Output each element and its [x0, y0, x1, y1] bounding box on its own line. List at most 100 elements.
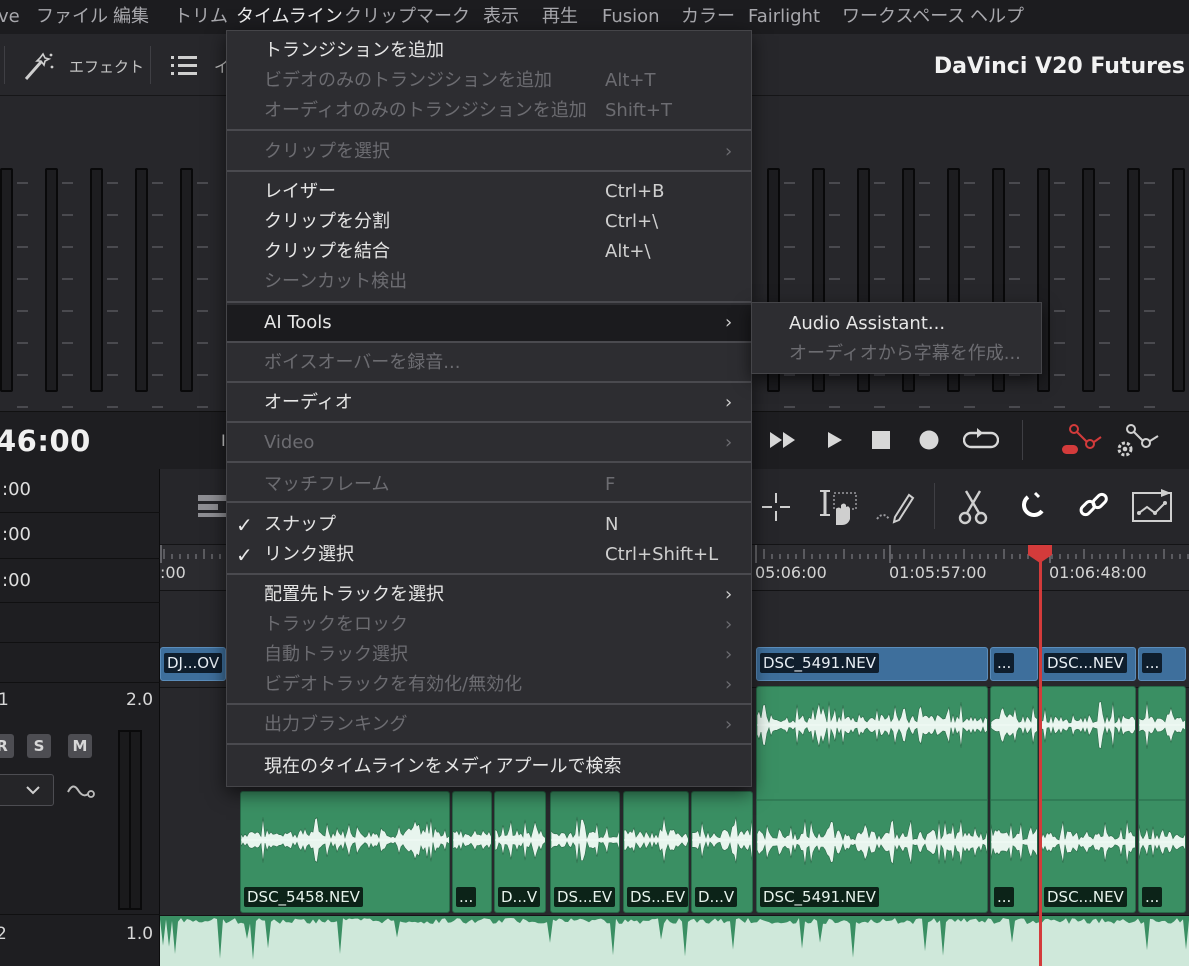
menu-separator — [227, 573, 751, 575]
menu-item-auto-track-select[interactable]: 自動トラック選択 › — [227, 640, 751, 670]
snap-magnet-icon[interactable] — [1018, 489, 1052, 523]
menu-item-toggle-video-track[interactable]: ビデオトラックを有効化/無効化 › — [227, 670, 751, 700]
record-icon[interactable] — [918, 429, 940, 451]
audio-clip[interactable]: DS...EV — [550, 791, 620, 913]
video-clip[interactable]: DJ...OV — [160, 647, 226, 681]
menu-item-audio[interactable]: オーディオ › — [227, 388, 751, 418]
playhead[interactable] — [1039, 545, 1042, 966]
menu-item-find-timeline-in-media-pool[interactable]: 現在のタイムラインをメディアプールで検索 — [227, 752, 751, 782]
fader-track[interactable] — [45, 168, 58, 392]
fader-scale-tick — [152, 246, 163, 248]
menu-item-audio-assistant[interactable]: Audio Assistant... — [752, 309, 1041, 339]
menu-item-add-transition[interactable]: トランジションを追加 — [227, 36, 751, 66]
toolbar-divider — [4, 46, 5, 84]
menu-item-scene-cut-detect[interactable]: シーンカット検出 — [227, 267, 751, 297]
audio-clip[interactable]: ... — [990, 686, 1038, 913]
record-arm-button[interactable]: R — [0, 734, 14, 758]
crosshair-icon[interactable] — [760, 491, 792, 523]
menu-item-lock-track[interactable]: トラックをロック › — [227, 610, 751, 640]
pencil-icon[interactable] — [873, 489, 915, 525]
trim-hand-icon[interactable] — [812, 487, 860, 527]
waveform — [757, 701, 987, 866]
fader-track[interactable] — [180, 168, 193, 392]
loop-icon[interactable] — [963, 427, 999, 453]
audio-clip[interactable]: DSC_5458.NEV — [240, 791, 450, 913]
menu-item-output-blanking[interactable]: 出力ブランキング › — [227, 710, 751, 740]
menu-item-match-frame[interactable]: マッチフレーム F — [227, 470, 751, 500]
video-clip[interactable]: ... — [990, 647, 1038, 681]
fast-forward-icon[interactable] — [768, 430, 798, 450]
project-title: DaVinci V20 Futures — [933, 54, 1185, 79]
fader-track[interactable] — [90, 168, 103, 392]
menu-file[interactable]: ファイル — [36, 0, 108, 34]
fader-track[interactable] — [1172, 168, 1185, 392]
timecode-display: 46:00 — [0, 424, 91, 458]
fader-scale-tick — [197, 246, 208, 248]
menu-item-join-clip[interactable]: クリップを結合 Alt+\ — [227, 237, 751, 267]
automation-curve-icon[interactable] — [66, 778, 96, 802]
scissors-icon[interactable] — [957, 489, 989, 525]
checkmark-icon: ✓ — [236, 543, 253, 567]
fader-track[interactable] — [1127, 168, 1140, 392]
menu-color[interactable]: カラー — [681, 0, 735, 34]
video-clip[interactable]: DSC_5491.NEV — [756, 647, 988, 681]
track-dropdown[interactable] — [0, 774, 54, 806]
index-list-icon[interactable] — [170, 54, 198, 78]
menu-item-select-destination-track[interactable]: 配置先トラックを選択 › — [227, 580, 751, 610]
video-clip[interactable]: DSC...NEV — [1040, 647, 1136, 681]
menu-trim[interactable]: トリム — [174, 0, 228, 34]
menu-workspace-partial[interactable]: ve — [0, 0, 20, 34]
effects-label[interactable]: エフェクト — [69, 34, 144, 96]
clip-name: ... — [1142, 887, 1163, 907]
menu-clip[interactable]: クリップ — [344, 0, 416, 34]
menu-item-add-audio-only-transition[interactable]: オーディオのみのトランジションを追加 Shift+T — [227, 96, 751, 126]
audio-clip[interactable]: DS...EV — [623, 791, 689, 913]
menu-item-video[interactable]: Video › — [227, 428, 751, 458]
menu-help[interactable]: ヘルプ — [970, 0, 1024, 34]
menu-item-record-voiceover[interactable]: ボイスオーバーを録音... — [227, 348, 751, 378]
timecode-row: :00 — [0, 559, 160, 603]
menu-item-create-subtitles-from-audio[interactable]: オーディオから字幕を作成... — [752, 339, 1041, 369]
fader-track[interactable] — [1082, 168, 1095, 392]
menu-workspace[interactable]: ワークスペース — [842, 0, 965, 34]
stop-icon[interactable] — [871, 430, 891, 450]
menu-item-linked-selection[interactable]: ✓ リンク選択 Ctrl+Shift+L — [227, 540, 751, 570]
play-icon[interactable] — [825, 430, 845, 450]
fader-scale-tick — [1099, 374, 1110, 376]
menu-item-split-clip[interactable]: クリップを分割 Ctrl+\ — [227, 207, 751, 237]
audio-clip[interactable]: D...V — [691, 791, 753, 913]
solo-button[interactable]: S — [27, 734, 51, 758]
menu-item-razor[interactable]: レイザー Ctrl+B — [227, 177, 751, 207]
fader-track[interactable] — [135, 168, 148, 392]
audio-clip[interactable]: DSC_5491.NEV — [756, 686, 988, 913]
menu-edit[interactable]: 編集 — [113, 0, 149, 34]
menu-mark[interactable]: マーク — [416, 0, 470, 34]
audio-clip[interactable]: ... — [452, 791, 492, 913]
video-clip[interactable]: ... — [1138, 647, 1186, 681]
position-lock-icon[interactable] — [1131, 487, 1175, 523]
effects-wand-icon[interactable] — [22, 50, 56, 82]
menu-timeline[interactable]: タイムライン — [236, 0, 343, 34]
transport-divider — [1022, 420, 1023, 460]
timeline-view-icon[interactable] — [196, 493, 228, 519]
audio-clip[interactable]: D...V — [494, 791, 546, 913]
automation-red-icon[interactable] — [1060, 424, 1102, 456]
audio-clip[interactable]: DSC...NEV — [1040, 686, 1136, 913]
audio-track-2-waveform[interactable] — [160, 916, 1189, 966]
audio-clip[interactable]: ... — [1138, 686, 1186, 913]
fader-scale-tick — [1009, 214, 1020, 216]
menu-playback[interactable]: 再生 — [542, 0, 578, 34]
fader-track[interactable] — [0, 168, 13, 392]
menu-fairlight[interactable]: Fairlight — [748, 0, 820, 34]
fader-scale-tick — [874, 182, 885, 184]
menu-fusion[interactable]: Fusion — [602, 0, 660, 34]
automation-settings-icon[interactable] — [1115, 424, 1159, 458]
link-icon[interactable] — [1077, 489, 1111, 523]
fader-scale-tick — [17, 278, 28, 280]
menu-view[interactable]: 表示 — [483, 0, 519, 34]
menu-item-snap[interactable]: ✓ スナップ N — [227, 510, 751, 540]
menu-item-select-clips[interactable]: クリップを選択 › — [227, 137, 751, 167]
mute-button[interactable]: M — [68, 734, 92, 758]
menu-item-add-video-only-transition[interactable]: ビデオのみのトランジションを追加 Alt+T — [227, 66, 751, 96]
menu-item-ai-tools[interactable]: AI Tools › — [227, 305, 751, 341]
